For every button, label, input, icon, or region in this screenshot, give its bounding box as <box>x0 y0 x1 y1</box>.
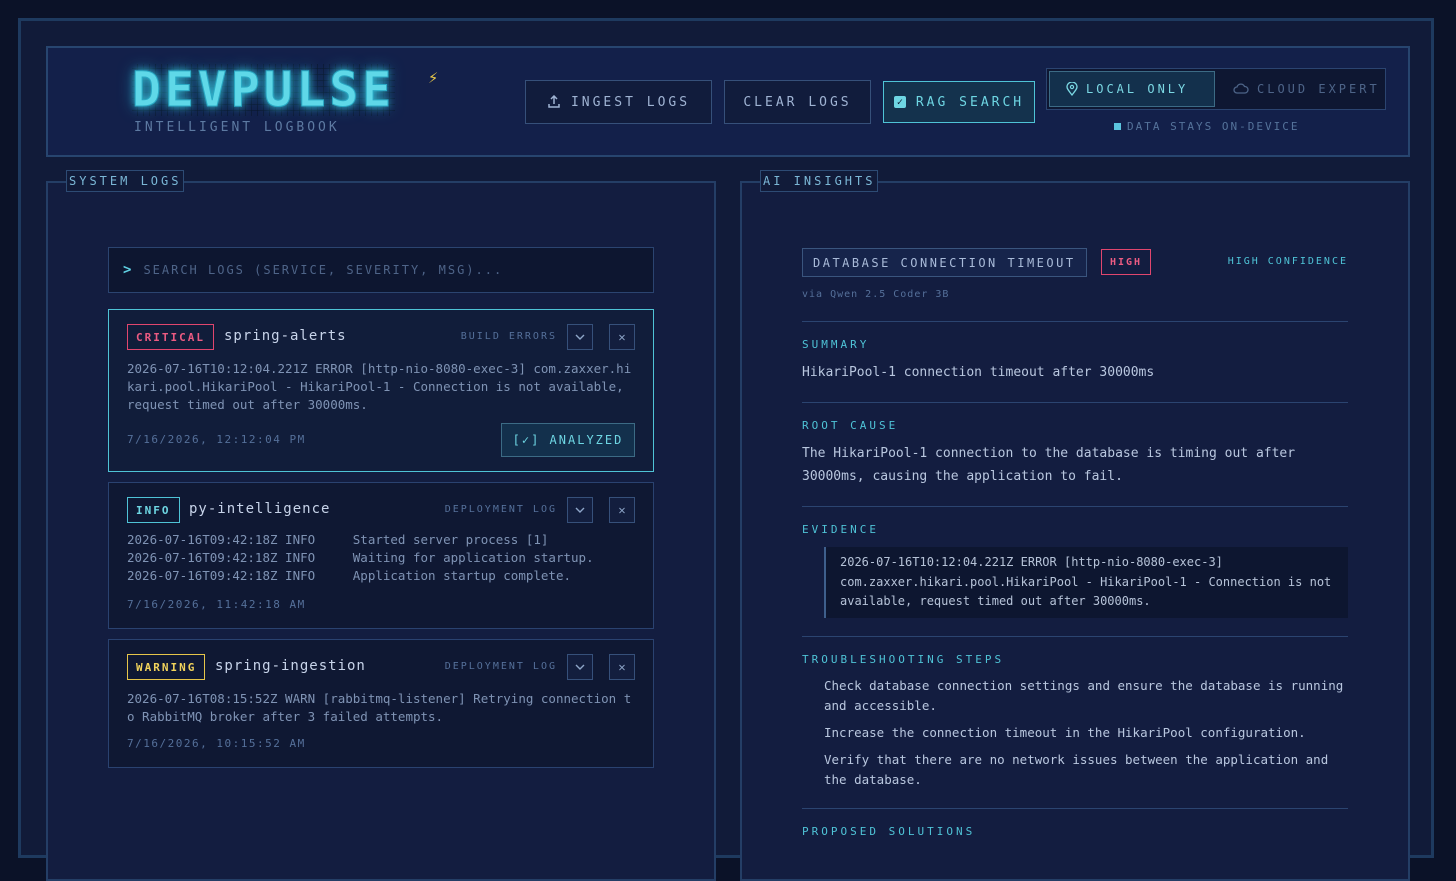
close-icon: ✕ <box>618 330 626 344</box>
ingest-logs-button[interactable]: INGEST LOGS <box>525 80 712 124</box>
prompt-chevron-icon: > <box>123 262 132 278</box>
section-divider <box>802 506 1348 507</box>
root-cause-heading: ROOT CAUSE <box>802 419 899 432</box>
log-entry-card[interactable]: INFO py-intelligence DEPLOYMENT LOG ✕ 20… <box>108 482 654 629</box>
root-cause-text: The HikariPool-1 connection to the datab… <box>802 446 1296 484</box>
severity-badge: WARNING <box>127 654 206 680</box>
log-message: 2026-07-16T10:12:04.221Z ERROR [http-nio… <box>127 361 632 412</box>
log-category: DEPLOYMENT LOG <box>444 661 557 672</box>
troubleshooting-heading: TROUBLESHOOTING STEPS <box>802 653 1005 666</box>
cloud-icon <box>1233 83 1249 94</box>
log-timestamp: 7/16/2026, 11:42:18 AM <box>127 598 306 611</box>
dismiss-button[interactable]: ✕ <box>609 324 635 350</box>
expand-chevron-button[interactable] <box>567 324 593 350</box>
ingest-logs-label: INGEST LOGS <box>570 94 691 110</box>
app-subtitle: INTELLIGENT LOGBOOK <box>134 120 340 135</box>
service-name: spring-alerts <box>224 328 347 344</box>
section-divider <box>802 636 1348 637</box>
local-only-label: LOCAL ONLY <box>1086 82 1189 96</box>
system-logs-title: SYSTEM LOGS <box>66 170 185 192</box>
log-entry-card[interactable]: CRITICAL spring-alerts BUILD ERRORS ✕ 20… <box>108 309 654 472</box>
chevron-down-icon <box>575 664 585 670</box>
clear-logs-label: CLEAR LOGS <box>743 94 852 110</box>
log-category: BUILD ERRORS <box>460 331 557 342</box>
log-search-bar: > <box>108 247 654 293</box>
expand-chevron-button[interactable] <box>567 497 593 523</box>
troubleshooting-step: Verify that there are no network issues … <box>824 752 1329 787</box>
severity-badge: CRITICAL <box>127 324 214 350</box>
log-entry-card[interactable]: WARNING spring-ingestion DEPLOYMENT LOG … <box>108 639 654 768</box>
model-label: via Qwen 2.5 Coder 3B <box>802 289 950 300</box>
cloud-expert-label: CLOUD EXPERT <box>1257 82 1380 96</box>
section-divider <box>802 808 1348 809</box>
log-timestamp: 7/16/2026, 12:12:04 PM <box>127 433 306 446</box>
evidence-heading: EVIDENCE <box>802 523 879 536</box>
rag-search-toggle[interactable]: ✓ RAG SEARCH <box>883 81 1035 123</box>
privacy-note-text: DATA STAYS ON-DEVICE <box>1127 120 1300 133</box>
upload-icon <box>548 95 560 108</box>
chevron-down-icon <box>575 334 585 340</box>
privacy-note: DATA STAYS ON-DEVICE <box>1114 120 1299 133</box>
log-message: 2026-07-16T09:42:18Z INFO Started server… <box>127 532 594 583</box>
troubleshooting-step: Check database connection settings and e… <box>824 678 1344 713</box>
log-message: 2026-07-16T08:15:52Z WARN [rabbitmq-list… <box>127 691 632 724</box>
log-search-input[interactable] <box>141 262 626 278</box>
close-icon: ✕ <box>618 660 626 674</box>
close-icon: ✕ <box>618 503 626 517</box>
analyzed-button[interactable]: [✓] ANALYZED <box>501 423 635 457</box>
proposed-solutions-heading: PROPOSED SOLUTIONS <box>802 825 976 838</box>
mode-toggle: LOCAL ONLY CLOUD EXPERT <box>1046 68 1386 110</box>
dismiss-button[interactable]: ✕ <box>609 654 635 680</box>
summary-text: HikariPool-1 connection timeout after 30… <box>802 365 1155 380</box>
dismiss-button[interactable]: ✕ <box>609 497 635 523</box>
ai-insights-title: AI INSIGHTS <box>760 170 879 192</box>
section-divider <box>802 321 1348 322</box>
section-divider <box>802 402 1348 403</box>
checkbox-checked-icon: ✓ <box>893 96 906 108</box>
service-name: spring-ingestion <box>215 658 366 674</box>
confidence-label: HIGH CONFIDENCE <box>1227 256 1348 267</box>
evidence-block: 2026-07-16T10:12:04.221Z ERROR [http-nio… <box>824 547 1348 618</box>
location-pin-icon <box>1066 82 1078 96</box>
log-timestamp: 7/16/2026, 10:15:52 AM <box>127 737 306 750</box>
troubleshooting-step: Increase the connection timeout in the H… <box>824 725 1306 740</box>
lightning-icon: ⚡ <box>428 68 439 88</box>
app-logo: DEVPULSE <box>131 62 396 118</box>
issue-title: DATABASE CONNECTION TIMEOUT <box>802 248 1087 277</box>
severity-badge: HIGH <box>1101 249 1152 275</box>
clear-logs-button[interactable]: CLEAR LOGS <box>724 80 871 124</box>
expand-chevron-button[interactable] <box>567 654 593 680</box>
service-name: py-intelligence <box>189 501 331 517</box>
log-category: DEPLOYMENT LOG <box>444 504 557 515</box>
severity-badge: INFO <box>127 497 180 523</box>
rag-search-label: RAG SEARCH <box>915 94 1025 110</box>
chevron-down-icon <box>575 507 585 513</box>
local-only-option[interactable]: LOCAL ONLY <box>1049 71 1215 107</box>
summary-heading: SUMMARY <box>802 338 870 351</box>
status-square-icon <box>1114 123 1121 130</box>
cloud-expert-option[interactable]: CLOUD EXPERT <box>1217 71 1383 107</box>
app-header: DEVPULSE ⚡ INTELLIGENT LOGBOOK INGEST LO… <box>46 46 1410 157</box>
